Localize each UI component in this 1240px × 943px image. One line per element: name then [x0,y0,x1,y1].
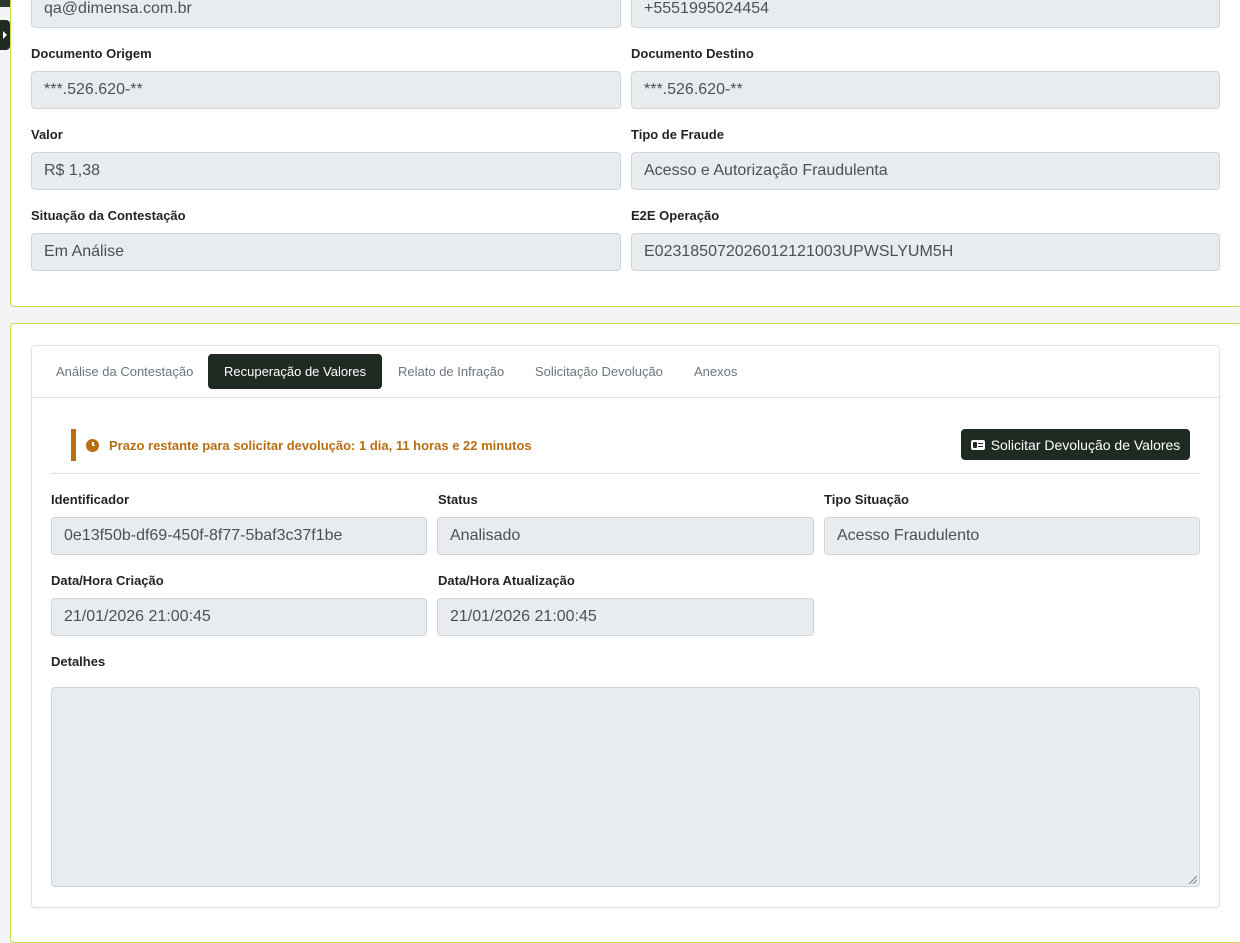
tipo-fraude-field[interactable]: Acesso e Autorização Fraudulenta [631,152,1220,190]
phone-field[interactable]: +5551995024454 [631,0,1220,28]
status-field[interactable]: Analisado [437,517,814,555]
deadline-alert: Prazo restante para solicitar devolução:… [71,429,591,461]
sidebar-toggle[interactable] [0,20,10,50]
identificador-label: Identificador [51,492,130,507]
situacao-label: Situação da Contestação [31,208,186,223]
chevron-right-icon [3,31,7,39]
documento-origem-label: Documento Origem [31,46,152,61]
tipo-situacao-label: Tipo Situação [824,492,909,507]
atualizacao-field[interactable]: 21/01/2026 21:00:45 [437,598,814,636]
documento-destino-label: Documento Destino [631,46,754,61]
e2e-field[interactable]: E02318507202601212100​3UPWSLYUM5H [631,233,1220,271]
clock-icon [86,438,99,452]
status-label: Status [438,492,478,507]
detalhes-textarea[interactable] [51,687,1200,887]
situacao-field[interactable]: Em Análise [31,233,621,271]
deadline-alert-text: Prazo restante para solicitar devolução:… [109,437,532,453]
identificador-field[interactable]: 0e13f50b-df69-450f-8f77-5baf3c37f1be [51,517,427,555]
email-field[interactable]: qa@dimensa.com.br [31,0,621,28]
divider [51,473,1200,474]
valor-label: Valor [31,127,63,142]
detalhes-label: Detalhes [51,654,106,669]
tipo-fraude-label: Tipo de Fraude [631,127,724,142]
documento-origem-field[interactable]: ***.526.620-** [31,71,621,109]
criacao-field[interactable]: 21/01/2026 21:00:45 [51,598,427,636]
request-refund-button[interactable]: Solicitar Devolução de Valores [961,429,1190,460]
tab-anexos[interactable]: Anexos [678,354,753,389]
resize-handle-icon[interactable] [1189,876,1197,884]
tab-recuperacao-valores[interactable]: Recuperação de Valores [208,354,383,389]
id-card-icon [970,439,985,450]
tab-relato-infracao[interactable]: Relato de Infração [382,354,520,389]
documento-destino-field[interactable]: ***.526.620-** [631,71,1220,109]
e2e-label: E2E Operação [631,208,720,223]
tab-analise-contestacao[interactable]: Análise da Contestação [40,354,209,389]
tab-solicitacao-devolucao[interactable]: Solicitação Devolução [519,354,679,389]
valor-field[interactable]: R$ 1,38 [31,152,621,190]
request-refund-label: Solicitar Devolução de Valores [990,436,1181,453]
criacao-label: Data/Hora Criação [51,573,164,588]
atualizacao-label: Data/Hora Atualização [438,573,575,588]
tab-bar: Análise da Contestação Recuperação de Va… [32,346,1219,398]
tipo-situacao-field[interactable]: Acesso Fraudulento [824,517,1200,555]
